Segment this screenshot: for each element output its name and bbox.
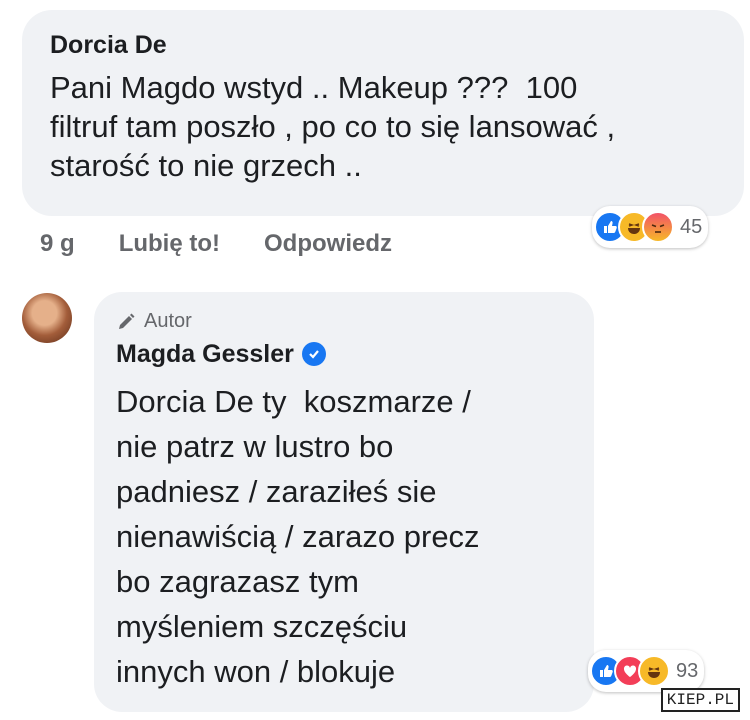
reply-author-row: Magda Gessler bbox=[116, 339, 574, 369]
reaction-count: 45 bbox=[680, 215, 703, 238]
like-button[interactable]: Lubię to! bbox=[119, 230, 220, 258]
comment-timestamp[interactable]: 9 g bbox=[40, 230, 75, 258]
angry-icon bbox=[642, 211, 674, 243]
comment-text: Pani Magdo wstyd .. Makeup ??? 100 filtr… bbox=[50, 70, 616, 183]
avatar[interactable] bbox=[22, 293, 72, 343]
reply-reactions[interactable]: 93 bbox=[588, 650, 705, 692]
comment-author[interactable]: Dorcia De bbox=[50, 30, 718, 60]
comment-actions: 9 g Lubię to! Odpowiedz bbox=[40, 226, 392, 262]
reply-bubble: Autor Magda Gessler Dorcia De ty koszmar… bbox=[94, 292, 594, 712]
reply-text: Dorcia De ty koszmarze / nie patrz w lus… bbox=[116, 384, 480, 689]
author-badge: Autor bbox=[116, 310, 574, 333]
comment-bubble: Dorcia De Pani Magdo wstyd .. Makeup ???… bbox=[22, 10, 744, 216]
watermark-logo: KIEP.PL bbox=[660, 688, 740, 712]
author-badge-label: Autor bbox=[144, 310, 192, 332]
verified-badge-icon bbox=[301, 342, 326, 366]
pencil-icon bbox=[119, 313, 135, 329]
reaction-count: 93 bbox=[676, 659, 699, 682]
reply-button[interactable]: Odpowiedz bbox=[264, 230, 392, 258]
haha-icon bbox=[638, 655, 670, 687]
comment-reactions[interactable]: 45 bbox=[592, 206, 709, 248]
reply-author[interactable]: Magda Gessler bbox=[116, 339, 294, 369]
